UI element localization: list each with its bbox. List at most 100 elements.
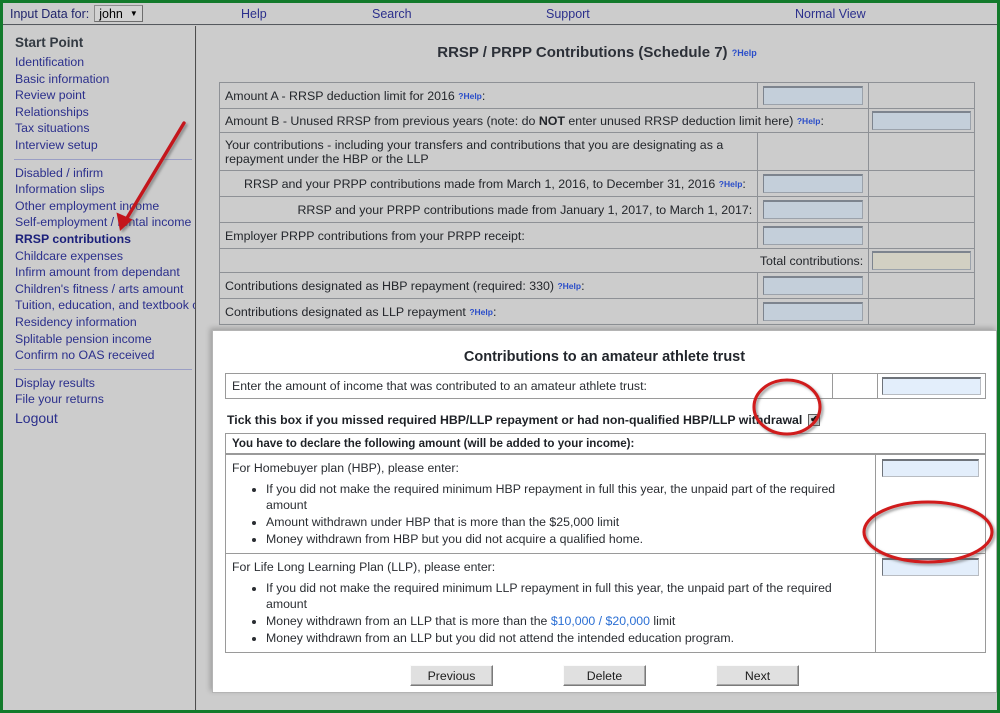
list-item: If you did not make the required minimum… xyxy=(266,481,869,513)
amount-b-input[interactable] xyxy=(872,111,971,130)
sidebar-item-infirm-amount-from-dependant[interactable]: Infirm amount from dependant xyxy=(13,264,195,281)
tick-checkbox[interactable]: ✔ xyxy=(808,414,821,426)
help-icon-amount-b[interactable]: ?Help xyxy=(797,116,821,126)
sidebar-item-self-employment-rental-income[interactable]: Self-employment / rental income xyxy=(13,214,195,231)
menu-normal-view[interactable]: Normal View xyxy=(795,7,866,21)
table-row: Your contributions - including your tran… xyxy=(218,132,975,171)
field-rrsp-jan-mar xyxy=(757,196,870,223)
llp-bullet2-suffix: limit xyxy=(649,614,676,628)
next-button[interactable]: Next xyxy=(716,665,799,686)
table-row: Total contributions: xyxy=(218,248,975,273)
sidebar-item-tax-situations[interactable]: Tax situations xyxy=(13,120,195,137)
sidebar-divider-2 xyxy=(14,368,192,370)
sidebar-item-information-slips[interactable]: Information slips xyxy=(13,181,195,198)
list-item: Money withdrawn from an LLP that is more… xyxy=(266,613,869,629)
field-amount-b xyxy=(868,108,975,133)
field-your-contributions xyxy=(757,132,870,171)
list-item: If you did not make the required minimum… xyxy=(266,580,869,612)
sidebar-item-identification[interactable]: Identification xyxy=(13,54,195,71)
rrsp-form-table: Amount A - RRSP deduction limit for 2016… xyxy=(218,82,975,325)
sidebar-item-display-results[interactable]: Display results xyxy=(13,375,195,392)
user-select[interactable]: john ▼ xyxy=(94,5,143,22)
chevron-down-icon: ▼ xyxy=(129,8,138,18)
sidebar-divider-1 xyxy=(14,158,192,160)
help-icon-page-title[interactable]: ?Help xyxy=(732,48,757,58)
sidebar-item-rrsp-contributions[interactable]: RRSP contributions xyxy=(13,231,195,248)
sidebar-item-childrens-fitness-arts-amount[interactable]: Children's fitness / arts amount xyxy=(13,281,195,298)
sidebar-item-disabled-infirm[interactable]: Disabled / infirm xyxy=(13,165,195,182)
llp-amount-input[interactable] xyxy=(882,558,979,576)
tail-rrsp-mar-dec xyxy=(868,170,975,197)
employer-prpp-input[interactable] xyxy=(763,226,864,245)
help-icon-hbp-repayment[interactable]: ?Help xyxy=(557,281,581,291)
menu-search[interactable]: Search xyxy=(372,7,412,21)
sidebar-item-basic-information[interactable]: Basic information xyxy=(13,71,195,88)
menu-help[interactable]: Help xyxy=(241,7,267,21)
field-amount-a xyxy=(757,82,870,109)
input-data-label: Input Data for: xyxy=(10,6,90,21)
rrsp-mar-dec-input[interactable] xyxy=(763,174,864,193)
tail-rrsp-jan-mar xyxy=(868,196,975,223)
llp-repayment-input[interactable] xyxy=(763,302,864,321)
sidebar-item-relationships[interactable]: Relationships xyxy=(13,104,195,121)
hbp-repayment-input[interactable] xyxy=(763,276,864,295)
row-label-rrsp-jan-mar: RRSP and your PRPP contributions made fr… xyxy=(218,196,759,223)
declare-label: You have to declare the following amount… xyxy=(225,433,986,454)
total-contributions-output xyxy=(872,251,971,270)
athlete-field-cell xyxy=(877,373,986,399)
llp-bullets: If you did not make the required minimum… xyxy=(232,580,869,646)
tick-label: Tick this box if you missed required HBP… xyxy=(227,413,803,427)
rrsp-jan-mar-input[interactable] xyxy=(763,200,864,219)
previous-button[interactable]: Previous xyxy=(410,665,493,686)
page-title: RRSP / PRPP Contributions (Schedule 7) ?… xyxy=(197,44,997,61)
sidebar-item-interview-setup[interactable]: Interview setup xyxy=(13,137,195,154)
help-icon-llp-repayment[interactable]: ?Help xyxy=(469,307,493,317)
amount-a-input[interactable] xyxy=(763,86,864,105)
hbp-lead: For Homebuyer plan (HBP), please enter: xyxy=(232,461,459,475)
row-label-total-contributions: Total contributions: xyxy=(218,248,870,273)
application-window: Input Data for: john ▼ Help Search Suppo… xyxy=(0,0,1000,713)
checkmark-icon: ✔ xyxy=(810,414,819,425)
hbp-plan-cell: For Homebuyer plan (HBP), please enter: … xyxy=(224,454,877,554)
field-employer-prpp xyxy=(757,222,870,249)
sidebar-item-logout[interactable]: Logout xyxy=(13,408,195,428)
sidebar-item-childcare-expenses[interactable]: Childcare expenses xyxy=(13,248,195,265)
athlete-row-label: Enter the amount of income that was cont… xyxy=(224,373,834,399)
row-label-llp-repayment: Contributions designated as LLP repaymen… xyxy=(218,298,759,325)
row-label-rrsp-mar-dec: RRSP and your PRPP contributions made fr… xyxy=(218,170,759,197)
list-item: Money withdrawn from an LLP but you did … xyxy=(266,630,869,646)
table-row: RRSP and your PRPP contributions made fr… xyxy=(218,170,975,197)
sidebar-item-splitable-pension-income[interactable]: Splitable pension income xyxy=(13,331,195,348)
sidebar-item-tuition-education-textbook[interactable]: Tuition, education, and textbook cre xyxy=(13,297,195,314)
llp-lead: For Life Long Learning Plan (LLP), pleas… xyxy=(232,560,496,574)
sidebar-group-primary: Identification Basic information Review … xyxy=(13,54,195,154)
delete-button[interactable]: Delete xyxy=(563,665,646,686)
row-label-hbp-repayment: Contributions designated as HBP repaymen… xyxy=(218,272,759,299)
row-label-your-contributions: Your contributions - including your tran… xyxy=(218,132,759,171)
sidebar-item-review-point[interactable]: Review point xyxy=(13,87,195,104)
amateur-athlete-trust-panel: Contributions to an amateur athlete trus… xyxy=(212,330,997,693)
athlete-trust-amount-input[interactable] xyxy=(882,377,981,395)
plans-table: For Homebuyer plan (HBP), please enter: … xyxy=(224,454,986,653)
sidebar-title: Start Point xyxy=(15,35,84,50)
table-row: Enter the amount of income that was cont… xyxy=(224,373,986,399)
table-row: Amount A - RRSP deduction limit for 2016… xyxy=(218,82,975,109)
sidebar-item-file-your-returns[interactable]: File your returns xyxy=(13,391,195,408)
colon: : xyxy=(481,88,486,103)
field-rrsp-mar-dec xyxy=(757,170,870,197)
hbp-amount-input[interactable] xyxy=(882,459,979,477)
help-icon-amount-a[interactable]: ?Help xyxy=(458,91,482,101)
sidebar-item-other-employment-income[interactable]: Other employment income xyxy=(13,198,195,215)
sidebar-item-confirm-no-oas-received[interactable]: Confirm no OAS received xyxy=(13,347,195,364)
help-icon-rrsp-mar-dec[interactable]: ?Help xyxy=(719,179,743,189)
label-text: Contributions designated as LLP repaymen… xyxy=(225,304,466,319)
tail-amount-a xyxy=(868,82,975,109)
menu-support[interactable]: Support xyxy=(546,7,590,21)
tail-your-contributions xyxy=(868,132,975,171)
colon: : xyxy=(742,176,746,191)
page-title-text: RRSP / PRPP Contributions (Schedule 7) xyxy=(437,44,728,61)
table-row: Contributions designated as LLP repaymen… xyxy=(218,298,975,325)
label-text: Amount A - RRSP deduction limit for 2016 xyxy=(225,88,455,103)
sidebar-item-residency-information[interactable]: Residency information xyxy=(13,314,195,331)
row-label-amount-a: Amount A - RRSP deduction limit for 2016… xyxy=(218,82,759,109)
